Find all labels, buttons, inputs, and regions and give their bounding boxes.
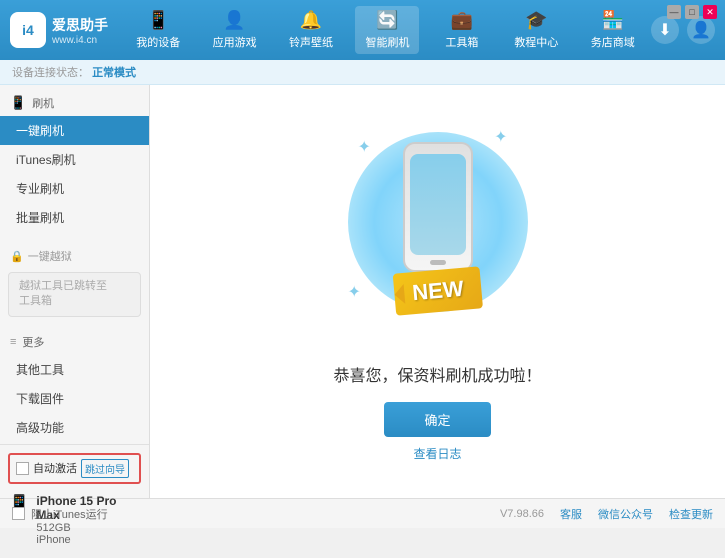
nav-ringtones-label: 铃声壁纸 [289, 34, 333, 50]
nav-business[interactable]: 🏪 务店商域 [581, 6, 645, 54]
nav-smart-flash[interactable]: 🔄 智能刷机 [355, 6, 419, 54]
maximize-button[interactable]: □ [685, 5, 699, 19]
header-right: ⬇ 👤 [651, 16, 715, 44]
stop-itunes-checkbox[interactable] [12, 507, 25, 520]
ringtone-icon: 🔔 [300, 10, 322, 31]
sidebar-section-flash: 📱 刷机 一键刷机 iTunes刷机 专业刷机 批量刷机 [0, 90, 149, 232]
device-storage: 512GB [36, 522, 141, 534]
sparkle-1-icon: ✦ [358, 137, 371, 157]
confirm-button[interactable]: 确定 [384, 402, 490, 437]
footer-link-service[interactable]: 客服 [560, 506, 582, 522]
flash-icon: 🔄 [376, 10, 398, 31]
logo-initial: i4 [22, 22, 34, 38]
nav-tutorial-label: 教程中心 [514, 34, 558, 50]
minimize-button[interactable]: — [667, 5, 681, 19]
nav-my-device[interactable]: 📱 我的设备 [126, 6, 190, 54]
main-layout: 📱 刷机 一键刷机 iTunes刷机 专业刷机 批量刷机 🔒 一键越狱 越狱工具… [0, 85, 725, 498]
tutorial-icon: 🎓 [525, 10, 547, 31]
sidebar-item-pro-flash[interactable]: 专业刷机 [0, 174, 149, 203]
sidebar-locked-jailbreak: 🔒 一键越狱 [0, 242, 149, 270]
sparkle-3-icon: ✦ [348, 282, 361, 302]
sidebar-group-more-header: ≡ 更多 [0, 329, 149, 355]
sidebar-group-flash-header: 📱 刷机 [0, 90, 149, 116]
nav-ringtones[interactable]: 🔔 铃声壁纸 [279, 6, 343, 54]
sidebar-section-jailbreak: 🔒 一键越狱 越狱工具已跳转至 工具箱 [0, 242, 149, 319]
footer-right: V7.98.66 客服 微信公众号 检查更新 [500, 506, 713, 522]
auto-activate-row: 自动激活 跳过向导 [8, 453, 141, 484]
nav-business-label: 务店商域 [591, 34, 635, 50]
download-button[interactable]: ⬇ [651, 16, 679, 44]
logo-area: i4 爱思助手 www.i4.cn [10, 12, 120, 48]
phone-illustration: ✦ ✦ ✦ NEW [338, 122, 538, 342]
sidebar-item-one-key-flash[interactable]: 一键刷机 [0, 116, 149, 145]
stop-itunes-label: 阻止iTunes运行 [31, 506, 108, 522]
app-name: 爱思助手 [52, 15, 108, 35]
logo-text: 爱思助手 www.i4.cn [52, 15, 108, 46]
device-type: iPhone [36, 534, 141, 546]
close-button[interactable]: ✕ [703, 5, 717, 19]
locked-hint: 越狱工具已跳转至 工具箱 [8, 272, 141, 317]
version-label: V7.98.66 [500, 508, 544, 520]
nav-toolbox[interactable]: 💼 工具箱 [432, 6, 492, 54]
new-ribbon: NEW [392, 266, 483, 315]
nav-apps-label: 应用游戏 [213, 34, 257, 50]
sidebar-group-flash-label: 刷机 [32, 95, 54, 111]
logo-icon: i4 [10, 12, 46, 48]
nav-bar: 📱 我的设备 👤 应用游戏 🔔 铃声壁纸 🔄 智能刷机 💼 工具箱 🎓 教程中心… [120, 6, 651, 54]
success-title: 恭喜您，保资料刷机成功啦！ [333, 362, 541, 386]
nav-toolbox-label: 工具箱 [445, 34, 478, 50]
footer-link-wechat[interactable]: 微信公众号 [598, 506, 653, 522]
sidebar-item-advanced[interactable]: 高级功能 [0, 413, 149, 442]
lock-icon: 🔒 [10, 250, 24, 263]
skip-wizard-button[interactable]: 跳过向导 [81, 459, 129, 478]
sidebar-section-more: ≡ 更多 其他工具 下载固件 高级功能 [0, 329, 149, 442]
footer-left: 阻止iTunes运行 [12, 506, 108, 522]
app-header: i4 爱思助手 www.i4.cn 📱 我的设备 👤 应用游戏 🔔 铃声壁纸 🔄… [0, 0, 725, 60]
status-bar: 设备连接状态： 正常模式 [0, 60, 725, 85]
sidebar-item-download-firmware[interactable]: 下载固件 [0, 384, 149, 413]
toolbox-icon: 💼 [451, 10, 473, 31]
sidebar-item-batch-flash[interactable]: 批量刷机 [0, 203, 149, 232]
app-url: www.i4.cn [52, 35, 108, 46]
main-content: ✦ ✦ ✦ NEW 恭喜您，保资料刷机成功啦！ 确定 查看日志 [150, 85, 725, 498]
user-button[interactable]: 👤 [687, 16, 715, 44]
phone-home-button [430, 260, 446, 265]
nav-tutorial[interactable]: 🎓 教程中心 [504, 6, 568, 54]
nav-my-device-label: 我的设备 [136, 34, 180, 50]
phone-screen [410, 154, 466, 255]
sidebar-bottom: 自动激活 跳过向导 📱 iPhone 15 Pro Max 512GB iPho… [0, 444, 149, 558]
phone-body [403, 142, 473, 272]
sidebar-group-more-label: 更多 [22, 334, 44, 350]
nav-flash-label: 智能刷机 [365, 34, 409, 50]
apps-icon: 👤 [223, 10, 245, 31]
my-device-icon: 📱 [147, 10, 169, 31]
footer-link-update[interactable]: 检查更新 [669, 506, 713, 522]
auto-activate-checkbox[interactable] [16, 462, 29, 475]
status-prefix: 设备连接状态： [12, 67, 89, 79]
locked-label: 一键越狱 [28, 248, 72, 264]
sidebar-item-itunes-flash[interactable]: iTunes刷机 [0, 145, 149, 174]
auto-activate-label: 自动激活 [33, 460, 77, 476]
sidebar-item-other-tools[interactable]: 其他工具 [0, 355, 149, 384]
nav-apps-games[interactable]: 👤 应用游戏 [203, 6, 267, 54]
new-ribbon-text: NEW [411, 275, 464, 304]
business-icon: 🏪 [602, 10, 624, 31]
log-link[interactable]: 查看日志 [413, 445, 461, 462]
new-banner: NEW [392, 266, 483, 315]
status-value: 正常模式 [92, 67, 136, 79]
window-controls: — □ ✕ [667, 5, 717, 19]
sparkle-2-icon: ✦ [494, 127, 507, 147]
sidebar: 📱 刷机 一键刷机 iTunes刷机 专业刷机 批量刷机 🔒 一键越狱 越狱工具… [0, 85, 150, 498]
flash-group-icon: 📱 [10, 95, 26, 111]
